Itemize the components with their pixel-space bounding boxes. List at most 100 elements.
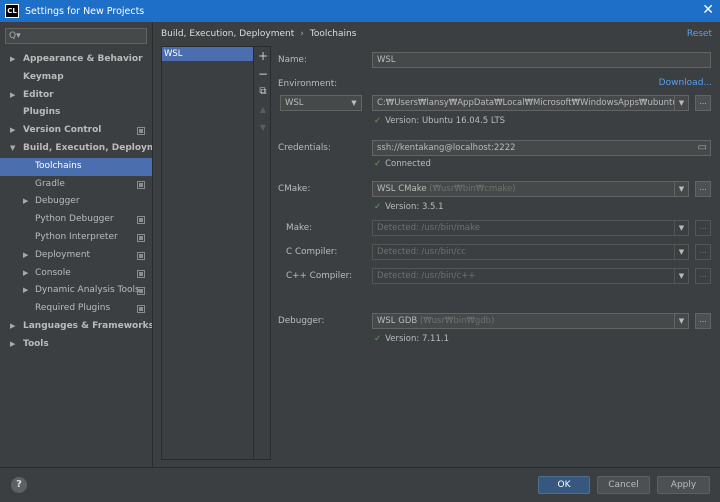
debugger-version-text: Version: 7.11.1 xyxy=(385,334,449,344)
cmake-browse-button[interactable]: ... xyxy=(695,181,711,197)
sidebar-item-dynamic-analysis-tools[interactable]: ▶ Dynamic Analysis Tools xyxy=(0,282,152,300)
sidebar-item-label: Appearance & Behavior xyxy=(23,54,143,64)
breadcrumb: Build, Execution, Deployment › Toolchains xyxy=(161,29,356,39)
sidebar-item-console[interactable]: ▶ Console xyxy=(0,265,152,283)
cancel-button[interactable]: Cancel xyxy=(597,476,650,494)
reset-link[interactable]: Reset xyxy=(687,29,712,39)
close-icon[interactable]: ✕ xyxy=(702,2,714,18)
sidebar-item-plugins[interactable]: Plugins xyxy=(0,104,152,122)
folder-icon[interactable]: ▭ xyxy=(698,141,707,155)
sidebar-item-editor[interactable]: ▶ Editor xyxy=(0,87,152,105)
debugger-select[interactable]: WSL GDB (₩usr₩bin₩gdb) ▼ xyxy=(372,313,689,329)
credentials-value: ssh://kentakang@localhost:2222 xyxy=(377,143,516,153)
make-select[interactable]: Detected: /usr/bin/make ▼ xyxy=(372,220,689,236)
settings-sidebar: Q▾ ▶ Appearance & Behavior Keymap ▶ Edit… xyxy=(0,22,173,467)
project-scope-icon xyxy=(137,305,145,314)
checkmark-icon: ✓ xyxy=(374,116,382,126)
sidebar-item-appearance[interactable]: ▶ Appearance & Behavior xyxy=(0,51,152,69)
environment-browse-button[interactable]: ... xyxy=(695,95,711,111)
sidebar-item-toolchains[interactable]: Toolchains xyxy=(0,157,152,176)
chevron-down-icon[interactable]: ▼ xyxy=(674,314,688,328)
sidebar-item-label: Toolchains xyxy=(35,160,82,171)
settings-tree: ▶ Appearance & Behavior Keymap ▶ Editor … xyxy=(0,51,173,354)
cmake-select[interactable]: WSL CMake (₩usr₩bin₩cmake) ▼ xyxy=(372,181,689,197)
sidebar-item-deployment[interactable]: ▶ Deployment xyxy=(0,247,152,265)
cmake-path-hint: (₩usr₩bin₩cmake) xyxy=(429,184,516,194)
sidebar-item-label: Console xyxy=(35,267,71,278)
sidebar-item-label: Editor xyxy=(23,89,54,100)
sidebar-item-tools[interactable]: ▶ Tools xyxy=(0,336,152,354)
move-up-icon[interactable]: ▲ xyxy=(255,101,271,119)
cpp-compiler-browse-button[interactable]: ... xyxy=(695,268,711,284)
cpp-compiler-label: C++ Compiler: xyxy=(286,271,353,281)
expand-arrow-icon[interactable]: ▶ xyxy=(10,87,15,105)
cmake-label: CMake: xyxy=(278,184,311,194)
sidebar-item-version-control[interactable]: ▶ Version Control xyxy=(0,122,152,140)
breadcrumb-current: Toolchains xyxy=(309,29,357,39)
expand-arrow-icon[interactable]: ▶ xyxy=(23,193,28,211)
project-scope-icon xyxy=(137,251,145,260)
move-down-icon[interactable]: ▼ xyxy=(255,119,271,137)
sidebar-item-languages-frameworks[interactable]: ▶ Languages & Frameworks xyxy=(0,318,154,336)
sidebar-item-label: Deployment xyxy=(35,249,91,260)
help-icon[interactable]: ? xyxy=(11,477,27,493)
debugger-label: Debugger: xyxy=(278,316,325,326)
sidebar-item-label: Required Plugins xyxy=(35,303,111,314)
window-title: Settings for New Projects xyxy=(25,5,145,17)
add-icon[interactable]: + xyxy=(255,47,271,65)
toolchain-toolbar: + − ⧉ ▲ ▼ xyxy=(255,47,271,137)
environment-label: Environment: xyxy=(278,79,338,89)
expand-arrow-icon[interactable]: ▶ xyxy=(23,265,28,283)
expand-arrow-icon[interactable]: ▶ xyxy=(10,318,15,336)
environment-version-text: Version: Ubuntu 16.04.5 LTS xyxy=(385,116,506,126)
chevron-down-icon[interactable]: ▼ xyxy=(674,269,688,283)
sidebar-item-build-execution-deployment[interactable]: ▼ Build, Execution, Deployment xyxy=(0,140,173,158)
toolchain-item-wsl[interactable]: WSL xyxy=(162,47,253,61)
remove-icon[interactable]: − xyxy=(255,65,271,83)
credentials-status: ✓ Connected xyxy=(374,159,431,169)
expand-arrow-icon[interactable]: ▶ xyxy=(10,336,15,354)
ok-button[interactable]: OK xyxy=(538,476,590,494)
environment-select[interactable]: WSL ▼ xyxy=(280,95,362,111)
sidebar-item-label: Python Interpreter xyxy=(35,231,118,242)
sidebar-item-python-debugger[interactable]: Python Debugger xyxy=(0,211,152,229)
environment-path-select[interactable]: C:₩Users₩lansy₩AppData₩Local₩Microsoft₩W… xyxy=(372,95,689,111)
debugger-version-status: ✓ Version: 7.11.1 xyxy=(374,334,449,344)
sidebar-item-debugger[interactable]: ▶ Debugger xyxy=(0,193,152,211)
name-value: WSL xyxy=(377,55,396,65)
debugger-browse-button[interactable]: ... xyxy=(695,313,711,329)
toolchains-panel: Build, Execution, Deployment › Toolchains … xyxy=(152,22,720,467)
download-link[interactable]: Download... xyxy=(659,78,712,88)
expand-arrow-icon[interactable]: ▶ xyxy=(10,51,15,69)
checkmark-icon: ✓ xyxy=(374,159,382,169)
sidebar-item-keymap[interactable]: Keymap xyxy=(0,69,152,87)
c-compiler-select[interactable]: Detected: /usr/bin/cc ▼ xyxy=(372,244,689,260)
cpp-compiler-select[interactable]: Detected: /usr/bin/c++ ▼ xyxy=(372,268,689,284)
checkmark-icon: ✓ xyxy=(374,202,382,212)
sidebar-item-python-interpreter[interactable]: Python Interpreter xyxy=(0,229,152,247)
make-browse-button[interactable]: ... xyxy=(695,220,711,236)
sidebar-item-gradle[interactable]: Gradle xyxy=(0,176,152,194)
c-compiler-browse-button[interactable]: ... xyxy=(695,244,711,260)
sidebar-item-required-plugins[interactable]: Required Plugins xyxy=(0,300,152,318)
toolchain-list: WSL xyxy=(162,47,254,459)
search-input[interactable]: Q▾ xyxy=(5,28,147,44)
debugger-value: WSL GDB xyxy=(377,316,418,326)
sidebar-item-label: Build, Execution, Deployment xyxy=(23,142,174,153)
copy-icon[interactable]: ⧉ xyxy=(255,83,271,101)
expand-arrow-icon[interactable]: ▶ xyxy=(10,122,15,140)
expand-arrow-icon[interactable]: ▶ xyxy=(23,247,28,265)
apply-button[interactable]: Apply xyxy=(657,476,710,494)
name-field[interactable]: WSL xyxy=(372,52,711,68)
chevron-down-icon[interactable]: ▼ xyxy=(347,96,361,110)
chevron-down-icon[interactable]: ▼ xyxy=(674,221,688,235)
collapse-arrow-icon[interactable]: ▼ xyxy=(10,140,15,158)
chevron-down-icon[interactable]: ▼ xyxy=(674,182,688,196)
chevron-down-icon[interactable]: ▼ xyxy=(674,245,688,259)
credentials-field[interactable]: ssh://kentakang@localhost:2222 ▭ xyxy=(372,140,711,156)
title-bar: CL Settings for New Projects ✕ xyxy=(0,0,720,22)
sidebar-item-label: Version Control xyxy=(23,125,102,136)
expand-arrow-icon[interactable]: ▶ xyxy=(23,282,28,300)
toolchain-list-panel: WSL + − ⧉ ▲ ▼ xyxy=(161,46,271,460)
chevron-down-icon[interactable]: ▼ xyxy=(674,96,688,110)
